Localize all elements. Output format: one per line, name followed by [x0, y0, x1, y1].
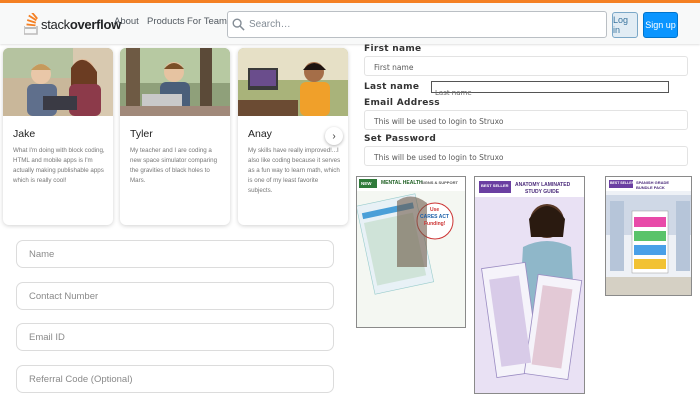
student-card-tyler[interactable]: Tyler My teacher and I are coding a new … [120, 48, 230, 225]
email-address-input[interactable] [365, 112, 687, 131]
name-input[interactable] [17, 241, 333, 267]
student-name: Jake [13, 128, 36, 140]
stackoverflow-logo[interactable]: stackoverflow [24, 11, 121, 37]
first-name-label: First name [364, 44, 422, 54]
carousel-next-button[interactable]: › [325, 127, 343, 145]
first-name-field[interactable] [364, 56, 688, 77]
search-input[interactable] [249, 19, 589, 30]
product-badge-line2: CARES ACT [420, 214, 449, 220]
product-tag: BEST SELLER [610, 181, 635, 185]
product-tag: NEW [361, 181, 372, 186]
stack-logo-icon [24, 13, 38, 35]
student-quote: What I'm doing with block coding, HTML a… [13, 147, 105, 184]
product-title-line2: BUNDLE PACK [636, 185, 665, 190]
contact-number-input[interactable] [17, 283, 333, 309]
product-image-anatomy [475, 177, 584, 393]
product-image-spanish [606, 177, 691, 295]
set-password-field[interactable] [364, 146, 688, 167]
first-name-input[interactable] [365, 58, 687, 77]
email-address-label: Email Address [364, 98, 440, 108]
referral-code-field[interactable] [16, 365, 334, 393]
last-name-field[interactable] [431, 81, 669, 98]
student-name: Anay [248, 128, 272, 140]
student-photo-tyler [120, 48, 230, 116]
student-photo-jake [3, 48, 113, 116]
product-title: ANATOMY LAMINATED [515, 182, 571, 188]
last-name-input[interactable] [432, 88, 668, 98]
student-card-jake[interactable]: Jake What I'm doing with block coding, H… [3, 48, 113, 225]
product-mental-health-guide[interactable]: NEW MENTAL HEALTH SIGNS & SUPPORT Use CA… [356, 176, 466, 328]
product-tag: BEST SELLER [481, 183, 509, 188]
search-icon [232, 18, 245, 31]
product-anatomy-study-guide[interactable]: BEST SELLER ANATOMY LAMINATED STUDY GUID… [474, 176, 585, 394]
email-id-input[interactable] [17, 324, 333, 350]
product-subtitle: SIGNS & SUPPORT [421, 180, 458, 185]
nav-about[interactable]: About [114, 16, 139, 27]
product-image-mental-health [357, 177, 465, 327]
nav-products[interactable]: Products [147, 16, 185, 27]
product-badge-line3: Funding! [424, 221, 446, 227]
name-field[interactable] [16, 240, 334, 268]
referral-code-input[interactable] [17, 366, 333, 392]
logo-prefix: stack [41, 16, 70, 32]
product-title-line2: STUDY GUIDE [525, 189, 560, 195]
set-password-input[interactable] [365, 148, 687, 167]
product-spanish-bundle[interactable]: BEST SELLER SPANISH GRADE BUNDLE PACK [605, 176, 692, 296]
email-address-field[interactable] [364, 110, 688, 131]
logo-text: stackoverflow [41, 17, 121, 32]
product-badge-line1: Use [430, 207, 440, 213]
email-id-field[interactable] [16, 323, 334, 351]
top-bar: stackoverflow About Products For Teams L… [0, 0, 700, 44]
last-name-label: Last name [364, 82, 420, 92]
student-photo-anay [238, 48, 348, 116]
login-button[interactable]: Log in [612, 12, 638, 38]
student-name: Tyler [130, 128, 153, 140]
student-quote: My skills have really improved!...I also… [248, 147, 341, 194]
signup-button[interactable]: Sign up [643, 12, 678, 38]
nav-for-teams[interactable]: For Teams [187, 16, 232, 27]
contact-number-field[interactable] [16, 282, 334, 310]
set-password-label: Set Password [364, 134, 437, 144]
search-box[interactable] [227, 11, 607, 38]
product-title: MENTAL HEALTH [381, 180, 423, 186]
student-quote: My teacher and I are coding a new space … [130, 147, 218, 184]
chevron-right-icon: › [332, 130, 336, 142]
